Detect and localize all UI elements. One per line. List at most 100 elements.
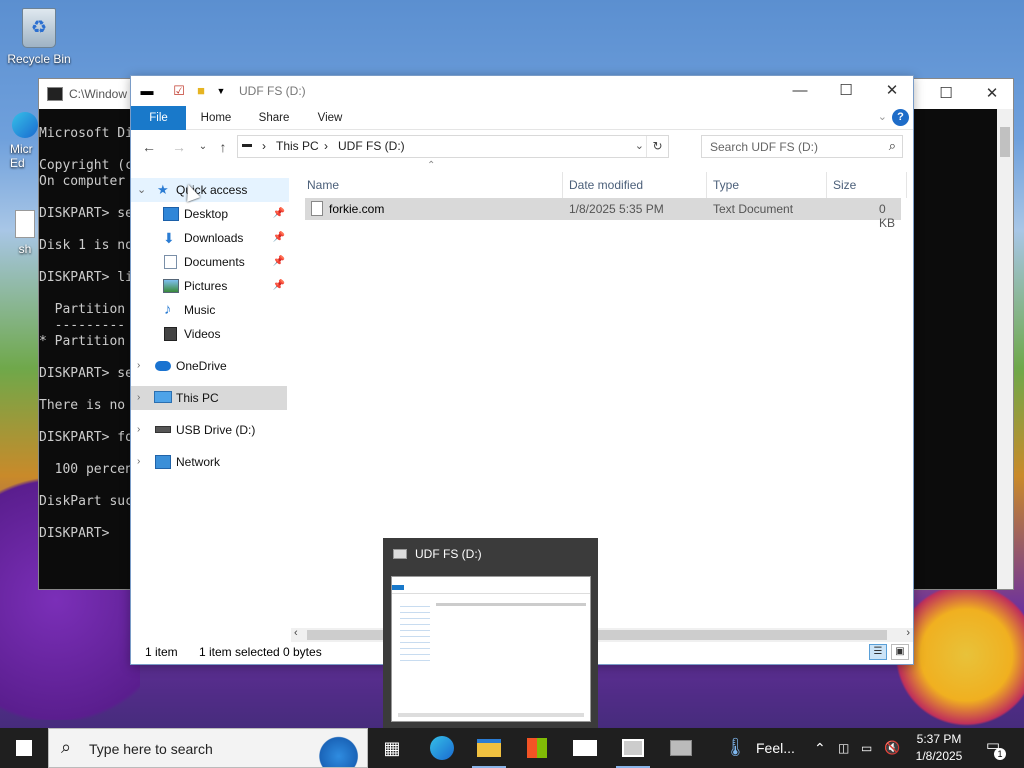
taskbar-clock[interactable]: 5:37 PM 1/8/2025 <box>906 731 972 765</box>
recent-locations-icon[interactable]: ⌄ <box>193 138 213 156</box>
customize-toolbar-icon[interactable]: ▼ <box>213 83 229 99</box>
scroll-left-icon[interactable]: ‹ <box>294 627 298 639</box>
console-scrollbar[interactable] <box>997 109 1013 589</box>
breadcrumb-separator[interactable]: › <box>324 139 328 153</box>
console-line: On computer <box>39 174 126 189</box>
nav-item-label: OneDrive <box>176 359 227 373</box>
nav-item-quick-access[interactable]: ⌄ ★ Quick access <box>131 178 289 202</box>
console-line: Copyright (c <box>39 158 133 173</box>
desktop-icon-file[interactable]: sh <box>10 210 40 256</box>
taskbar-file-explorer[interactable] <box>466 728 512 768</box>
taskbar-console[interactable] <box>610 728 656 768</box>
nav-item-documents[interactable]: Documents 📌 <box>131 250 289 274</box>
taskbar-edge[interactable] <box>418 728 466 768</box>
close-button[interactable]: ✕ <box>969 79 1015 109</box>
close-button[interactable]: ✕ <box>869 76 915 106</box>
nav-item-usb-drive[interactable]: › USB Drive (D:) <box>131 418 289 442</box>
nav-item-desktop[interactable]: Desktop 📌 <box>131 202 289 226</box>
nav-item-onedrive[interactable]: › OneDrive <box>131 354 289 378</box>
address-bar[interactable]: ▬ › This PC › UDF FS (D:) ⌄ ↻ <box>237 135 669 158</box>
back-icon[interactable]: ← <box>139 138 159 156</box>
network-status-icon[interactable]: ▭ <box>861 728 879 768</box>
desktop-icon-edge[interactable]: Micr Ed <box>0 112 38 170</box>
help-icon[interactable]: ? <box>892 109 909 126</box>
weather-widget[interactable]: 🌡 Feel... <box>720 728 810 768</box>
download-icon: ⬇ <box>163 230 175 246</box>
taskbar-search[interactable]: ⌕ Type here to search <box>48 728 368 768</box>
selection-size: 0 bytes <box>283 645 322 659</box>
windows-logo-icon <box>16 740 32 756</box>
tab-view[interactable]: View <box>305 106 355 130</box>
pin-icon[interactable]: 📌 <box>273 226 285 250</box>
breadcrumb-this-pc[interactable]: This PC <box>276 139 319 153</box>
console-line: Microsoft Di <box>39 126 133 141</box>
column-header-size[interactable]: Size <box>827 172 907 198</box>
column-header-date[interactable]: Date modified <box>563 172 707 198</box>
cloud-icon <box>155 361 171 371</box>
tab-file[interactable]: File <box>131 106 186 130</box>
meet-now-icon[interactable]: ◫ <box>838 728 856 768</box>
forward-icon[interactable]: → <box>169 138 189 156</box>
file-type: Text Document <box>713 202 794 216</box>
breadcrumb-separator[interactable]: › <box>262 139 266 153</box>
console-icon <box>622 739 644 757</box>
chevron-down-icon[interactable]: ⌄ <box>137 178 146 202</box>
chevron-right-icon[interactable]: › <box>137 418 140 442</box>
nav-item-downloads[interactable]: ⬇ Downloads 📌 <box>131 226 289 250</box>
navigation-pane: ⌄ ★ Quick access Desktop 📌 ⬇ Downloads 📌… <box>131 170 291 630</box>
pin-icon[interactable]: 📌 <box>273 202 285 226</box>
explorer-titlebar[interactable]: ▬ ☑ ■ ▼ UDF FS (D:) — ☐ ✕ <box>131 76 913 106</box>
nav-item-network[interactable]: › Network <box>131 450 289 474</box>
nav-item-pictures[interactable]: Pictures 📌 <box>131 274 289 298</box>
tab-home[interactable]: Home <box>191 106 241 130</box>
search-input[interactable]: Search UDF FS (D:) <box>710 140 818 154</box>
scrollbar-thumb[interactable] <box>1000 127 1010 157</box>
table-row[interactable]: forkie.com 1/8/2025 5:35 PM Text Documen… <box>305 198 901 230</box>
new-folder-icon[interactable]: ■ <box>193 83 209 99</box>
search-input[interactable]: Type here to search <box>89 741 213 757</box>
taskbar-disk-tool[interactable] <box>658 728 704 768</box>
computer-icon <box>154 391 172 403</box>
desktop-icon-recycle-bin[interactable]: Recycle Bin <box>4 8 74 66</box>
nav-item-label: Network <box>176 455 221 469</box>
scroll-right-icon[interactable]: › <box>906 627 910 639</box>
pin-icon[interactable]: 📌 <box>273 250 285 274</box>
address-dropdown-icon[interactable]: ⌄ <box>635 139 644 152</box>
taskbar-thumbnail-preview[interactable]: UDF FS (D:) <box>383 538 598 728</box>
pin-icon[interactable]: 📌 <box>273 274 285 298</box>
edge-icon <box>12 112 38 138</box>
search-box[interactable]: Search UDF FS (D:) ⌕ <box>701 135 903 158</box>
nav-item-videos[interactable]: Videos <box>131 322 289 346</box>
task-view-icon[interactable]: ▦ <box>370 728 414 768</box>
maximize-button[interactable]: ☐ <box>923 79 969 109</box>
tab-share[interactable]: Share <box>249 106 299 130</box>
minimize-button[interactable]: — <box>777 76 823 106</box>
chevron-right-icon[interactable]: › <box>137 450 140 474</box>
taskbar-store[interactable] <box>514 728 560 768</box>
taskbar-mail[interactable] <box>562 728 608 768</box>
chevron-right-icon[interactable]: › <box>137 354 140 378</box>
chevron-up-icon[interactable]: ⌃ <box>814 728 832 768</box>
column-header-type[interactable]: Type <box>707 172 827 198</box>
notifications-icon[interactable]: ▭ 1 <box>980 736 1006 760</box>
console-icon <box>47 87 63 101</box>
up-icon[interactable]: ↑ <box>213 138 233 156</box>
search-highlight-icon <box>299 731 365 767</box>
volume-muted-icon[interactable]: 🔇 <box>884 728 904 768</box>
column-header-name[interactable]: Name <box>301 172 563 198</box>
thumbnail-image[interactable] <box>391 576 591 722</box>
nav-item-music[interactable]: ♪ Music <box>131 298 289 322</box>
drive-icon <box>393 549 407 559</box>
chevron-right-icon[interactable]: › <box>137 386 140 410</box>
nav-item-this-pc[interactable]: › This PC <box>131 386 287 410</box>
breadcrumb-current[interactable]: UDF FS (D:) <box>338 139 405 153</box>
details-view-icon[interactable]: ☰ <box>869 644 887 660</box>
start-button[interactable] <box>0 728 48 768</box>
mail-icon <box>573 740 597 756</box>
expand-ribbon-icon[interactable]: ⌄ <box>878 110 887 123</box>
maximize-button[interactable]: ☐ <box>823 76 869 106</box>
properties-icon[interactable]: ☑ <box>171 83 187 99</box>
refresh-icon[interactable]: ↻ <box>646 136 668 157</box>
mini-ribbon <box>392 585 404 590</box>
large-icons-view-icon[interactable]: ▣ <box>891 644 909 660</box>
